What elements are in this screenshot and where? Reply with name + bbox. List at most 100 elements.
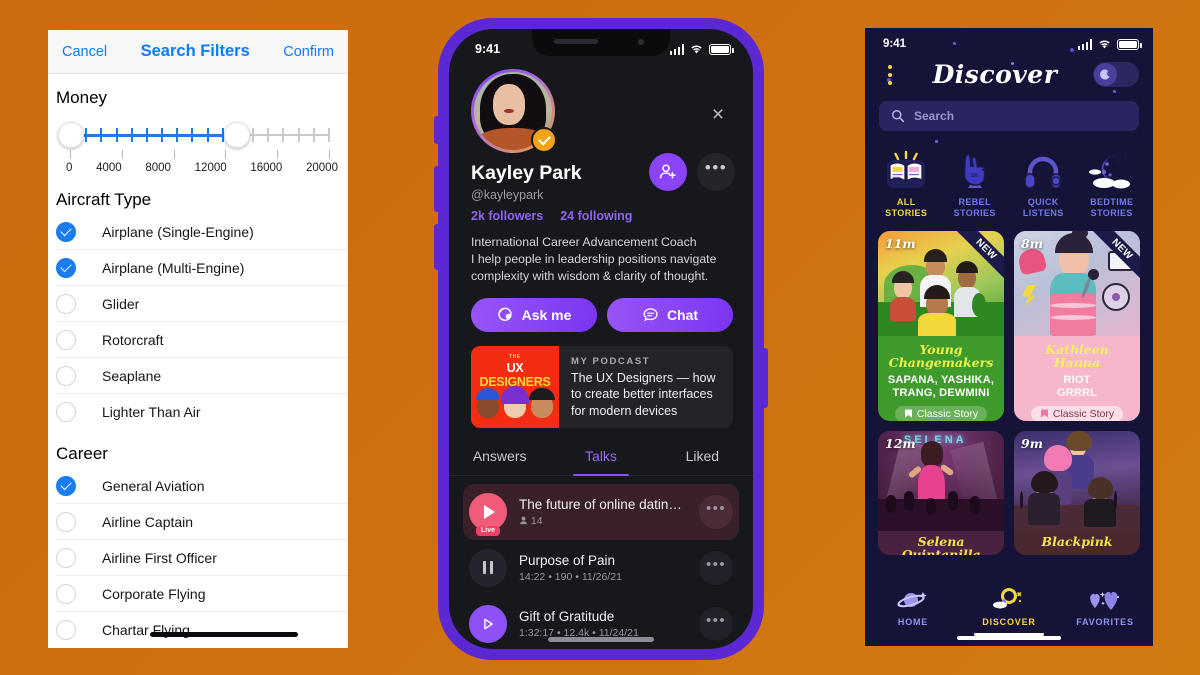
option-label: Lighter Than Air: [102, 404, 201, 420]
slider-thumb-max[interactable]: [224, 122, 250, 148]
nav-label: DISCOVER: [982, 617, 1036, 627]
podcast-title: The UX Designers — how to create better …: [571, 370, 716, 418]
list-item[interactable]: Airplane (Multi-Engine): [56, 250, 348, 286]
more-options-button[interactable]: •••: [699, 606, 733, 641]
list-item[interactable]: Airline Captain: [56, 504, 348, 540]
list-item[interactable]: Glider: [56, 286, 348, 322]
night-mode-toggle[interactable]: z: [1092, 62, 1139, 87]
more-options-button[interactable]: •••: [699, 550, 733, 585]
story-card-grid: 11m NEW Young Changemakers SAPANA, YASHI…: [865, 220, 1153, 555]
cancel-button[interactable]: Cancel: [62, 44, 107, 60]
option-label: Seaplane: [102, 367, 162, 384]
list-item[interactable]: Chartar Flying: [56, 612, 348, 648]
add-friend-button[interactable]: [649, 153, 687, 191]
check-icon[interactable]: [56, 221, 76, 242]
radio-icon[interactable]: [56, 329, 76, 350]
option-label: Airplane (Multi-Engine): [102, 259, 245, 276]
ask-me-button[interactable]: Ask me: [471, 297, 597, 332]
story-card[interactable]: 11m NEW Young Changemakers SAPANA, YASHI…: [878, 230, 1004, 421]
close-icon[interactable]: ×: [707, 104, 729, 127]
list-item[interactable]: Airplane (Single-Engine): [56, 214, 348, 250]
profile-bio: International Career Advancement Coach I…: [449, 223, 753, 285]
category-all-stories[interactable]: ALL STORIES: [873, 144, 940, 220]
category-label: REBEL STORIES: [953, 197, 996, 219]
aircraft-option-list: Airplane (Single-Engine) Airplane (Multi…: [48, 214, 348, 430]
duration-badge: 11m: [885, 235, 916, 251]
money-range-slider[interactable]: 0 4000 8000 12000 16000 20000: [48, 112, 348, 176]
search-input[interactable]: Search: [879, 101, 1139, 131]
status-bar: 9:41: [449, 29, 753, 63]
status-time: 9:41: [883, 38, 907, 50]
more-options-button[interactable]: •••: [699, 494, 733, 529]
radio-icon[interactable]: [56, 293, 76, 314]
nav-item-favorites[interactable]: FAVORITES: [1057, 586, 1153, 627]
table-row[interactable]: Purpose of Pain 14:22 • 190 • 11/26/21 •…: [463, 540, 739, 596]
check-icon[interactable]: [56, 257, 76, 278]
mute-switch[interactable]: [434, 116, 439, 144]
story-card[interactable]: SELENA 12m Selena Quintanilla: [878, 430, 1004, 555]
list-item[interactable]: Lighter Than Air: [56, 394, 348, 430]
pause-icon[interactable]: [469, 548, 507, 587]
discover-phone-screen: 9:41 Discover z Search ALL STORIES REBEL…: [865, 28, 1153, 646]
radio-icon[interactable]: [56, 547, 76, 568]
following-count[interactable]: 24 following: [560, 209, 632, 223]
story-card[interactable]: 8m NEW Kathleen Hanna RIOT GRRRL Classic …: [1014, 230, 1140, 421]
open-book-icon: [873, 144, 940, 192]
career-option-list: General Aviation Airline Captain Airline…: [48, 468, 348, 648]
podcast-card[interactable]: THE UX DESIGNERS MY PODCAST The UX Desig…: [471, 345, 733, 428]
power-button[interactable]: [763, 348, 768, 408]
battery-icon: [1117, 39, 1142, 50]
tab-talks[interactable]: Talks: [550, 441, 651, 477]
bookmark-icon: [1040, 409, 1048, 418]
kebab-menu-icon[interactable]: [879, 64, 897, 85]
home-indicator[interactable]: [548, 637, 654, 642]
nav-item-home[interactable]: HOME: [865, 586, 961, 627]
chat-button[interactable]: Chat: [607, 297, 733, 332]
profile-tabs: Answers Talks Liked: [449, 441, 753, 477]
list-item[interactable]: Rotorcraft: [56, 322, 348, 358]
tab-answers[interactable]: Answers: [449, 441, 550, 475]
svg-text:z: z: [1124, 150, 1128, 159]
table-row[interactable]: Live The future of online dating #4 14 •…: [463, 483, 739, 540]
scroll-indicator[interactable]: [150, 632, 298, 637]
category-bedtime-stories[interactable]: z z BEDTIME STORIES: [1079, 144, 1146, 220]
more-options-button[interactable]: •••: [697, 153, 735, 191]
axis-label: 12000: [194, 162, 227, 174]
play-icon[interactable]: Live: [469, 492, 507, 536]
tab-liked[interactable]: Liked: [652, 441, 753, 475]
person-plus-icon: [659, 164, 676, 179]
filters-nav-bar: Cancel Search Filters Confirm: [48, 30, 348, 74]
slider-thumb-min[interactable]: [58, 122, 84, 148]
radio-icon[interactable]: [56, 620, 76, 640]
radio-icon[interactable]: [56, 583, 76, 604]
list-item[interactable]: Corporate Flying: [56, 576, 348, 612]
hearts-icon: [1057, 586, 1153, 614]
list-item[interactable]: General Aviation: [56, 468, 348, 504]
profile-stats: 2k followers 24 following: [449, 202, 753, 223]
story-card[interactable]: 9m Blackpink: [1014, 430, 1140, 555]
avatar[interactable]: [471, 69, 557, 153]
list-item[interactable]: Airline First Officer: [56, 540, 348, 576]
nav-label: FAVORITES: [1076, 617, 1134, 627]
play-icon[interactable]: [469, 604, 507, 643]
talk-title: Purpose of Pain: [519, 552, 616, 568]
listeners-icon: [520, 516, 527, 525]
check-icon[interactable]: [56, 475, 76, 496]
badge-label: Classic Story: [1052, 407, 1115, 420]
volume-up-button[interactable]: [434, 166, 439, 212]
radio-icon[interactable]: [56, 402, 76, 422]
radio-icon[interactable]: [56, 365, 76, 386]
confirm-button[interactable]: Confirm: [283, 44, 334, 60]
radio-icon[interactable]: [56, 511, 76, 532]
profile-screen: 9:41 × ••• Kayley Park @kayleypark 2k fo…: [449, 29, 753, 649]
followers-count[interactable]: 2k followers: [471, 209, 543, 223]
home-indicator[interactable]: [957, 636, 1061, 640]
card-artwork: SELENA 12m: [878, 430, 1004, 531]
volume-down-button[interactable]: [434, 224, 439, 270]
duration-badge: 8m: [1021, 235, 1043, 251]
list-item[interactable]: Seaplane: [56, 358, 348, 394]
nav-item-discover[interactable]: DISCOVER: [961, 586, 1057, 636]
category-quick-listens[interactable]: QUICK LISTENS: [1010, 144, 1077, 220]
option-label: Airline First Officer: [102, 549, 217, 566]
category-rebel-stories[interactable]: REBEL STORIES: [942, 144, 1009, 220]
